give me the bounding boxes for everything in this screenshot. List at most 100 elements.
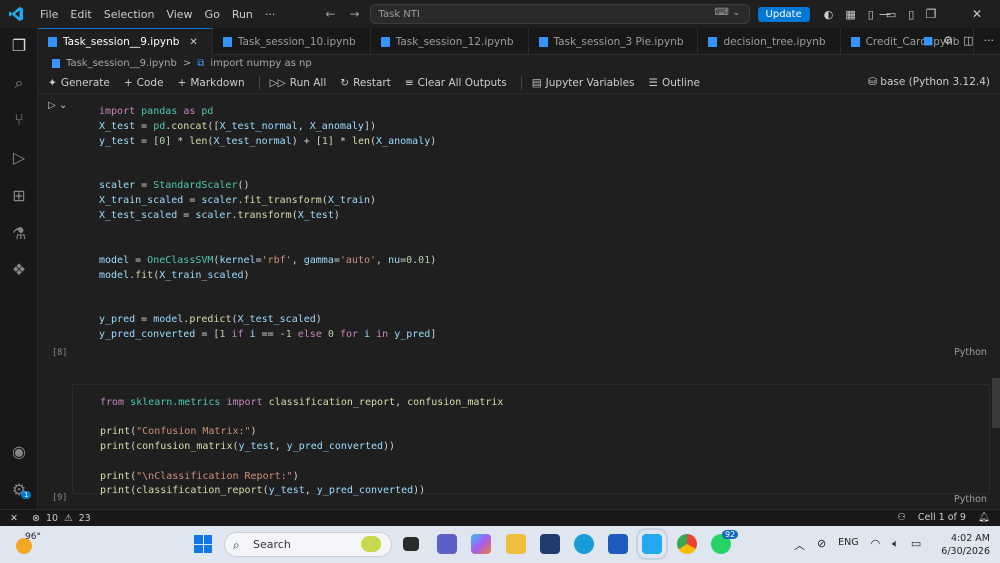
arrow-right-icon[interactable]: → xyxy=(349,7,359,21)
python-icon[interactable]: ❖ xyxy=(9,260,29,280)
code-line: model = OneClassSVM(kernel='rbf', gamma=… xyxy=(99,255,437,266)
breadcrumb-cell[interactable]: import numpy as np xyxy=(210,58,311,69)
store-icon[interactable] xyxy=(540,534,560,554)
restart-button[interactable]: ↻ Restart xyxy=(340,77,391,89)
code-cell-2[interactable]: from sklearn.metrics import classificati… xyxy=(72,384,990,496)
chevron-up-icon[interactable]: ︿ xyxy=(794,537,805,553)
notebook-icon[interactable]: ■ xyxy=(923,34,933,47)
menu-edit[interactable]: Edit xyxy=(64,8,97,21)
teams-icon[interactable] xyxy=(437,534,457,554)
tab-label: Task_session__9.ipynb xyxy=(63,36,180,48)
command-center-search[interactable]: Task NTI ⌨ ⌄ xyxy=(369,4,750,24)
tab-actions: ■ ⚙ ◫ ··· xyxy=(923,34,994,47)
volume-icon[interactable]: 🔈︎ xyxy=(892,537,899,553)
source-control-icon[interactable]: ⑂ xyxy=(9,110,29,130)
gear-icon[interactable]: ⚙ xyxy=(943,34,953,47)
copilot-icon[interactable]: ◐ xyxy=(824,8,834,21)
system-tray: ︿ ⊘ ENG ◠ 🔈︎ ▭ 4:02 AM 6/30/2026 xyxy=(794,526,990,563)
clock[interactable]: 4:02 AM 6/30/2026 xyxy=(941,532,990,558)
jupyter-variables-button[interactable]: ▤ Jupyter Variables xyxy=(532,77,635,89)
notifications-icon[interactable]: 🔔︎ xyxy=(978,512,990,523)
cell-language[interactable]: Python xyxy=(954,347,987,358)
menu-view[interactable]: View xyxy=(160,8,198,21)
tab-label: Task_session_12.ipynb xyxy=(395,35,514,48)
outline-button[interactable]: ☰ Outline xyxy=(649,77,700,89)
vscode-logo-icon[interactable] xyxy=(8,6,24,22)
kernel-picker[interactable]: ⛁ base (Python 3.12.4) xyxy=(868,76,990,88)
tab-task-session-12[interactable]: Task_session_12.ipynb xyxy=(371,28,529,55)
tab-task-session-3-pie[interactable]: Task_session_3 Pie.ipynb xyxy=(529,28,699,55)
restore-icon[interactable]: ❐ xyxy=(908,7,954,21)
close-window-icon[interactable]: ✕ xyxy=(954,7,1000,21)
notebook-icon xyxy=(850,36,860,47)
location-off-icon[interactable]: ⊘ xyxy=(817,537,826,553)
add-code-button[interactable]: + Code xyxy=(124,77,164,89)
copilot-chevron-icon[interactable]: ⌨ ⌄ xyxy=(715,7,741,18)
battery-icon[interactable]: ▭ xyxy=(911,537,921,553)
menu-run[interactable]: Run xyxy=(226,8,259,21)
explorer-icon[interactable]: ❐ xyxy=(9,36,29,56)
split-editor-icon[interactable]: ◫ xyxy=(963,34,973,47)
wifi-icon[interactable]: ◠ xyxy=(871,537,881,553)
task-view-icon[interactable] xyxy=(403,537,419,551)
clock-time: 4:02 AM xyxy=(950,532,990,544)
copilot-app-icon[interactable] xyxy=(471,534,491,554)
clear-outputs-button[interactable]: ≡ Clear All Outputs xyxy=(405,77,507,89)
window-controls: — ❐ ✕ xyxy=(862,0,1000,28)
search-icon[interactable]: ⌕ xyxy=(9,73,29,93)
minimize-icon[interactable]: — xyxy=(862,7,908,21)
code-line: X_test = pd.concat([X_test_normal, X_ano… xyxy=(99,121,376,132)
problems-indicator[interactable]: ⊗ 10 ⚠ 23 xyxy=(32,513,91,524)
run-cell-icon[interactable]: ▷ ⌄ xyxy=(48,100,67,111)
chrome-icon[interactable] xyxy=(677,534,697,554)
cell-position[interactable]: Cell 1 of 9 xyxy=(918,512,966,523)
code-line: X_test_scaled = scaler.transform(X_test) xyxy=(99,210,340,221)
generate-button[interactable]: ✦ Generate xyxy=(48,77,110,89)
breadcrumb-file[interactable]: Task_session__9.ipynb xyxy=(66,58,177,69)
language-indicator[interactable]: ENG xyxy=(838,537,858,553)
vscode-taskbar-icon[interactable] xyxy=(636,528,668,560)
update-button[interactable]: Update xyxy=(757,6,810,22)
activity-bar: ❐ ⌕ ⑂ ▷ ⊞ ⚗ ❖ ◉ ⚙ 1 xyxy=(0,28,38,509)
execution-count: [9] xyxy=(52,493,68,503)
tab-task-session-9[interactable]: Task_session__9.ipynb ✕ xyxy=(38,28,213,55)
plus-icon: + xyxy=(177,76,187,89)
tab-decision-tree[interactable]: decision_tree.ipynb xyxy=(698,28,841,55)
weather-widget[interactable]: 96° xyxy=(14,530,54,560)
testing-icon[interactable]: ⚗ xyxy=(9,224,29,244)
run-all-button[interactable]: ▷▷ Run All xyxy=(270,77,327,89)
whatsapp-badge: 92 xyxy=(722,530,739,539)
copilot-status-icon[interactable]: ⚇ xyxy=(897,512,906,523)
menu-more[interactable]: ··· xyxy=(259,8,282,21)
more-actions-icon[interactable]: ··· xyxy=(984,34,995,47)
cell-language[interactable]: Python xyxy=(954,494,987,505)
arrow-left-icon[interactable]: ← xyxy=(325,7,335,21)
variables-label: Jupyter Variables xyxy=(545,76,635,89)
close-tab-icon[interactable]: ✕ xyxy=(189,37,197,48)
temperature: 96° xyxy=(25,532,41,542)
add-markdown-button[interactable]: + Markdown xyxy=(178,77,245,89)
menu-selection[interactable]: Selection xyxy=(98,8,161,21)
accounts-icon[interactable]: ◉ xyxy=(9,442,29,462)
windows-start-icon[interactable] xyxy=(194,535,212,553)
restart-label: Restart xyxy=(353,76,391,89)
remote-indicator-icon[interactable]: ✕ xyxy=(0,510,28,527)
run-debug-icon[interactable]: ▷ xyxy=(9,148,29,168)
edge-icon[interactable] xyxy=(574,534,594,554)
tab-label: Task_session_3 Pie.ipynb xyxy=(553,35,684,48)
menu-go[interactable]: Go xyxy=(199,8,226,21)
extensions-icon[interactable]: ⊞ xyxy=(9,186,29,206)
word-icon[interactable] xyxy=(608,534,628,554)
file-explorer-icon[interactable] xyxy=(506,534,526,554)
taskbar-search[interactable]: ⌕ Search xyxy=(224,532,392,557)
markdown-label: Markdown xyxy=(190,76,245,89)
scrollbar-thumb[interactable] xyxy=(992,378,1000,428)
code-cell-1[interactable]: import pandas as pd X_test = pd.concat([… xyxy=(72,96,990,350)
menu-file[interactable]: File xyxy=(34,8,64,21)
outline-icon: ☰ xyxy=(648,76,658,89)
code-line: scaler = StandardScaler() xyxy=(99,180,250,191)
tab-task-session-10[interactable]: Task_session_10.ipynb xyxy=(213,28,371,55)
layout-icon[interactable]: ▦ xyxy=(845,8,855,21)
code-line: y_test = [0] * len(X_test_normal) + [1] … xyxy=(99,136,437,147)
variables-icon: ▤ xyxy=(531,76,542,89)
